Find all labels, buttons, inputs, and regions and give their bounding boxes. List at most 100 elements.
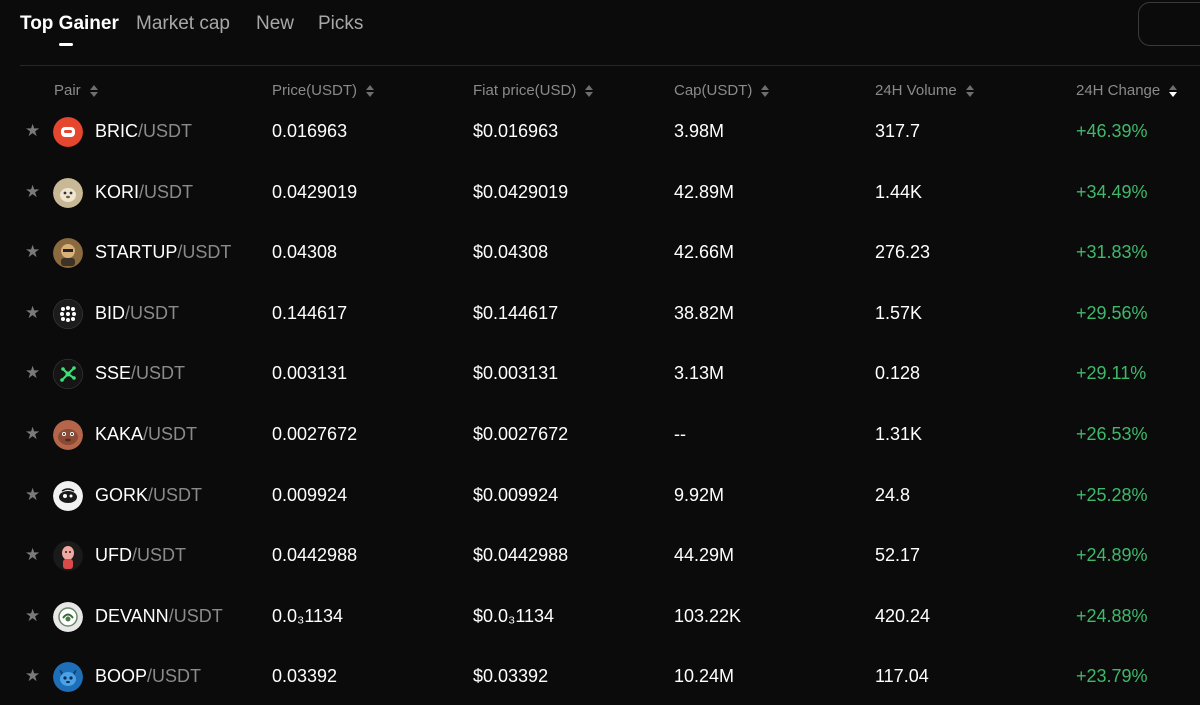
volume-cell: 276.23 <box>875 242 931 263</box>
sort-arrows-icon <box>585 84 594 97</box>
pair-name[interactable]: KORI/USDT <box>95 182 193 203</box>
col-volume[interactable]: 24H Volume <box>875 82 974 99</box>
cap-cell: -- <box>674 424 686 444</box>
tab-market-cap[interactable]: Market cap <box>136 13 230 35</box>
table-row[interactable]: ★ KAKA/USDT 0.0027672 $0.0027672 -- 1.31… <box>0 404 1200 465</box>
sort-arrows-icon <box>965 84 974 97</box>
volume-cell: 0.128 <box>875 363 921 384</box>
pair-name[interactable]: KAKA/USDT <box>95 424 197 445</box>
change-cell: +25.28% <box>1076 484 1148 505</box>
change-cell: +29.56% <box>1076 302 1148 323</box>
cap-cell: 42.66M <box>674 242 735 263</box>
cap-cell: 38.82M <box>674 302 735 323</box>
col-volume-label: 24H Volume <box>875 82 957 99</box>
fiat-price-cell: $0.016963 <box>473 121 559 141</box>
change-cell: +46.39% <box>1076 121 1148 141</box>
tab-picks[interactable]: Picks <box>318 13 363 35</box>
bid-coin-icon <box>53 298 83 329</box>
volume-cell: 117.04 <box>875 666 929 687</box>
star-icon[interactable]: ★ <box>25 606 43 625</box>
col-price[interactable]: Price(USDT) <box>272 82 374 99</box>
price-cell: 0.003131 <box>272 363 348 384</box>
volume-cell: 1.57K <box>875 302 923 323</box>
kori-coin-icon <box>53 177 83 208</box>
sort-arrows-icon <box>761 84 770 97</box>
fiat-price-cell: $0.03392 <box>473 666 549 687</box>
col-pair[interactable]: Pair <box>54 82 98 99</box>
cap-cell: 103.22K <box>674 605 742 626</box>
pair-name[interactable]: GORK/USDT <box>95 485 202 506</box>
ufd-coin-icon <box>53 541 83 572</box>
price-cell: 0.0442988 <box>272 545 358 566</box>
pair-name[interactable]: UFD/USDT <box>95 545 186 566</box>
volume-cell: 420.24 <box>875 605 931 626</box>
tab-new[interactable]: New <box>256 13 294 35</box>
volume-cell: 24.8 <box>875 484 911 505</box>
table-row[interactable]: ★ BRIC/USDT 0.016963 $0.016963 3.98M 317… <box>0 101 1200 162</box>
star-icon[interactable]: ★ <box>25 546 43 564</box>
price-cell: 0.0429019 <box>272 181 358 202</box>
table-row[interactable]: ★ SSE/USDT 0.003131 $0.003131 3.13M 0.12… <box>0 343 1200 404</box>
gork-coin-icon <box>53 480 83 511</box>
change-cell: +29.11% <box>1076 363 1147 384</box>
star-icon[interactable]: ★ <box>25 243 43 261</box>
volume-cell: 52.17 <box>875 545 921 566</box>
pair-name[interactable]: DEVANN/USDT <box>95 606 223 627</box>
price-cell: 0.009924 <box>272 484 348 505</box>
fiat-price-cell: $0.0429019 <box>473 181 569 202</box>
volume-cell: 1.31K <box>875 424 923 444</box>
fiat-price-cell: $0.0₃1134 <box>473 605 555 626</box>
fiat-price-cell: $0.04308 <box>473 242 549 263</box>
fiat-price-cell: $0.0442988 <box>473 545 569 566</box>
sort-arrows-icon <box>366 84 374 97</box>
star-icon[interactable]: ★ <box>25 303 43 322</box>
change-cell: +26.53% <box>1076 424 1148 444</box>
table-row[interactable]: ★ GORK/USDT 0.009924 $0.009924 9.92M 24.… <box>0 465 1200 526</box>
col-fiat-price[interactable]: Fiat price(USD) <box>473 82 594 99</box>
col-change-label: 24H Change <box>1076 82 1161 99</box>
col-pair-label: Pair <box>54 82 81 99</box>
cap-cell: 42.89M <box>674 181 735 202</box>
table-row[interactable]: ★ UFD/USDT 0.0442988 $0.0442988 44.29M 5… <box>0 525 1200 586</box>
startup-coin-icon <box>53 238 83 269</box>
sort-arrows-icon <box>89 84 98 97</box>
volume-cell: 317.7 <box>875 121 921 141</box>
search-box[interactable] <box>1138 2 1200 46</box>
fiat-price-cell: $0.003131 <box>473 363 559 384</box>
col-cap-label: Cap(USDT) <box>674 82 753 99</box>
col-price-label: Price(USDT) <box>272 82 357 99</box>
table-row[interactable]: ★ DEVANN/USDT 0.0₃1134 $0.0₃1134 103.22K… <box>0 586 1200 647</box>
table-row[interactable]: ★ STARTUP/USDT 0.04308 $0.04308 42.66M 2… <box>0 222 1200 283</box>
sort-arrows-icon <box>1169 84 1178 97</box>
star-icon[interactable]: ★ <box>25 667 43 685</box>
price-cell: 0.03392 <box>272 666 338 687</box>
pair-name[interactable]: BID/USDT <box>95 303 179 324</box>
pair-name[interactable]: SSE/USDT <box>95 363 185 384</box>
star-icon[interactable]: ★ <box>25 182 43 201</box>
star-icon[interactable]: ★ <box>25 364 43 382</box>
fiat-price-cell: $0.009924 <box>473 484 559 505</box>
col-change[interactable]: 24H Change <box>1076 82 1178 99</box>
pair-name[interactable]: STARTUP/USDT <box>95 242 231 263</box>
pair-name[interactable]: BRIC/USDT <box>95 121 192 142</box>
cap-cell: 3.98M <box>674 121 725 141</box>
col-cap[interactable]: Cap(USDT) <box>674 82 770 99</box>
star-icon[interactable]: ★ <box>25 122 43 140</box>
star-icon[interactable]: ★ <box>25 425 43 443</box>
col-fiat-price-label: Fiat price(USD) <box>473 82 577 99</box>
change-cell: +24.89% <box>1076 545 1148 566</box>
tab-top-gainer[interactable]: Top Gainer <box>20 13 119 35</box>
table-row[interactable]: ★ KORI/USDT 0.0429019 $0.0429019 42.89M … <box>0 162 1200 223</box>
star-icon[interactable]: ★ <box>25 485 43 504</box>
table-row[interactable]: ★ BID/USDT 0.144617 $0.144617 38.82M 1.5… <box>0 283 1200 344</box>
cap-cell: 44.29M <box>674 545 735 566</box>
kaka-coin-icon <box>53 420 83 450</box>
price-cell: 0.144617 <box>272 302 348 323</box>
bric-coin-icon <box>53 117 83 147</box>
table-row[interactable]: ★ BOOP/USDT 0.03392 $0.03392 10.24M 117.… <box>0 646 1200 705</box>
change-cell: +34.49% <box>1076 181 1148 202</box>
boop-coin-icon <box>53 662 83 693</box>
price-cell: 0.04308 <box>272 242 338 263</box>
change-cell: +23.79% <box>1076 666 1148 687</box>
pair-name[interactable]: BOOP/USDT <box>95 666 201 687</box>
